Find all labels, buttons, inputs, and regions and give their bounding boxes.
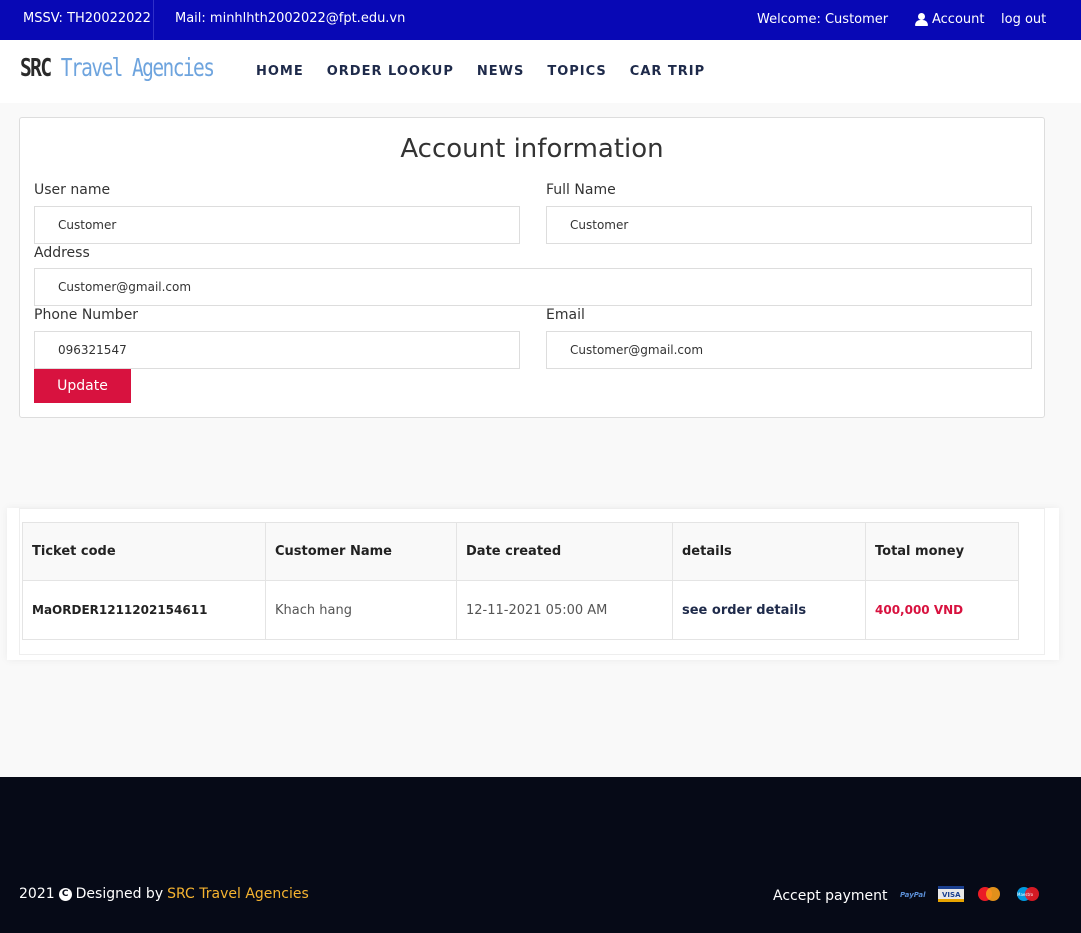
footer-brand-link[interactable]: SRC Travel Agencies — [167, 886, 309, 902]
email-label: Email — [546, 307, 585, 323]
maestro-icon: Maestro — [1014, 886, 1042, 906]
total-money-cell: 400,000 VND — [865, 580, 1019, 640]
user-icon — [915, 13, 928, 26]
visa-icon: VISA — [937, 886, 964, 906]
topbar-divider — [153, 0, 154, 40]
nav-order-lookup[interactable]: ORDER LOOKUP — [327, 64, 454, 79]
account-info-card: Account information User name Full Name … — [19, 117, 1045, 418]
th-total-money: Total money — [865, 522, 1019, 581]
username-field[interactable] — [34, 206, 520, 244]
table-header-row: Ticket code Customer Name Date created d… — [22, 522, 1019, 581]
order-details-link[interactable]: see order details — [672, 580, 866, 640]
nav-news[interactable]: NEWS — [477, 64, 524, 79]
account-label: Account — [932, 12, 985, 27]
svg-text:VISA: VISA — [942, 891, 961, 899]
payment-methods: Accept payment PayPal VISA Maestro — [773, 886, 1042, 906]
th-ticket-code: Ticket code — [22, 522, 266, 581]
fullname-label: Full Name — [546, 182, 616, 198]
ticket-code-cell: MaORDER1211202154611 — [22, 580, 266, 640]
logout-link[interactable]: log out — [1001, 12, 1046, 27]
email-field[interactable] — [546, 331, 1032, 369]
username-label: User name — [34, 182, 111, 198]
student-id-text: MSSV: TH20022022 — [23, 11, 151, 26]
svg-text:PayPal: PayPal — [900, 891, 926, 899]
site-logo[interactable]: SRC Travel Agencies — [20, 53, 215, 82]
th-details: details — [672, 522, 866, 581]
customer-name-cell: Khach hang — [265, 580, 457, 640]
main-header: SRC Travel Agencies HOME ORDER LOOKUP NE… — [0, 40, 1081, 103]
welcome-text: Welcome: Customer — [757, 12, 889, 27]
main-nav: HOME ORDER LOOKUP NEWS TOPICS CAR TRIP — [256, 64, 728, 79]
nav-home[interactable]: HOME — [256, 64, 304, 79]
phone-label: Phone Number — [34, 307, 139, 323]
top-bar: MSSV: TH20022022 Mail: minhlhth2002022@f… — [0, 0, 1081, 40]
copyright-icon: C — [58, 887, 72, 901]
orders-table: Ticket code Customer Name Date created d… — [22, 522, 1019, 640]
phone-field[interactable] — [34, 331, 520, 369]
copyright-year: 2021 — [19, 886, 55, 902]
copyright: 2021 C Designed by SRC Travel Agencies — [19, 886, 309, 902]
mail-text: Mail: minhlhth2002022@fpt.edu.vn — [175, 11, 406, 26]
orders-section: Ticket code Customer Name Date created d… — [7, 508, 1059, 660]
nav-car-trip[interactable]: CAR TRIP — [630, 64, 705, 79]
table-row: MaORDER1211202154611 Khach hang 12-11-20… — [22, 580, 1019, 640]
accept-payment-text: Accept payment — [773, 888, 888, 904]
designed-by-text: Designed by — [75, 886, 164, 902]
address-label: Address — [34, 245, 90, 261]
account-link[interactable]: Account — [915, 12, 985, 27]
page-title: Account information — [400, 134, 664, 164]
nav-topics[interactable]: TOPICS — [547, 64, 606, 79]
th-customer-name: Customer Name — [265, 522, 457, 581]
paypal-icon: PayPal — [900, 886, 926, 906]
mastercard-icon — [976, 886, 1002, 906]
address-field[interactable] — [34, 268, 1032, 306]
logo-src: SRC — [20, 53, 52, 82]
date-created-cell: 12-11-2021 05:00 AM — [456, 580, 673, 640]
th-date-created: Date created — [456, 522, 673, 581]
svg-text:Maestro: Maestro — [1017, 892, 1034, 897]
site-footer: 2021 C Designed by SRC Travel Agencies A… — [0, 777, 1081, 933]
logo-rest: Travel Agencies — [50, 53, 215, 82]
update-button[interactable]: Update — [34, 369, 131, 403]
fullname-field[interactable] — [546, 206, 1032, 244]
